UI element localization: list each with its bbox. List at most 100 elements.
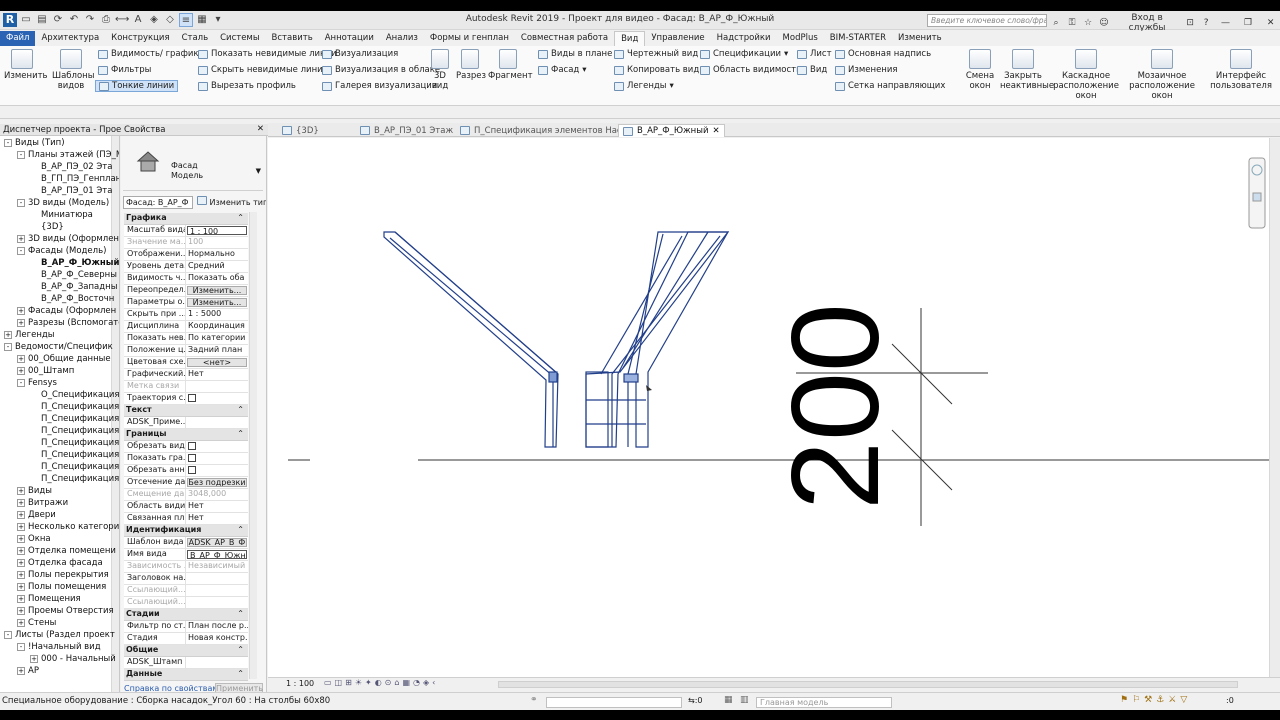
legends-button[interactable]: Легенды ▾ <box>614 81 674 91</box>
collapse-icon[interactable]: - <box>17 198 25 207</box>
browser-tree-item[interactable]: + Легенды <box>4 330 54 340</box>
expand-icon[interactable]: + <box>30 654 38 663</box>
close-inactive-button[interactable]: Закрыть неактивные <box>1000 49 1054 91</box>
browser-tree-item[interactable]: + Помещения <box>17 594 81 604</box>
property-row[interactable]: Уровень дета... Средний <box>124 261 248 273</box>
ribbon-tab-7[interactable]: Анализ <box>380 31 424 46</box>
expand-icon[interactable]: + <box>17 306 25 315</box>
expand-icon[interactable]: + <box>17 606 25 615</box>
view-tab-2[interactable]: П_Спецификация элементов Наса... <box>456 124 639 137</box>
guide-grid-button[interactable]: Сетка направляющих <box>835 81 945 91</box>
property-row[interactable]: Ссылающий... <box>124 585 248 597</box>
collapse-icon[interactable]: - <box>4 138 12 147</box>
browser-tree-item[interactable]: + Разрезы (Вспомогате <box>17 318 119 328</box>
expand-icon[interactable]: + <box>17 354 25 363</box>
browser-tree-item[interactable]: В_АР_Ф_Северны <box>41 270 117 280</box>
property-row[interactable]: Видимость ч... Показать оба <box>124 273 248 285</box>
design-options-icon[interactable]: ▦ <box>724 695 733 705</box>
cart-icon[interactable]: ⊡ <box>1184 18 1196 28</box>
title-block-button[interactable]: Основная надпись <box>835 49 931 59</box>
properties-section[interactable]: Идентификация <box>124 525 248 537</box>
switch-windows-button[interactable]: Смена окон <box>962 49 998 91</box>
expand-icon[interactable]: + <box>17 594 25 603</box>
property-row[interactable]: Показать гра... <box>124 453 248 465</box>
collapse-icon[interactable]: - <box>17 150 25 159</box>
expand-icon[interactable]: + <box>17 486 25 495</box>
expand-icon[interactable]: + <box>17 234 25 243</box>
ribbon-tab-13[interactable]: ModPlus <box>777 31 824 46</box>
ribbon-tab-5[interactable]: Вставить <box>266 31 319 46</box>
drafting-view-button[interactable]: Чертежный вид <box>614 49 698 59</box>
browser-tree-item[interactable]: Миниатюра <box>41 210 93 220</box>
ribbon-tab-10[interactable]: Вид <box>614 31 646 46</box>
browser-tree-item[interactable]: + Двери <box>17 510 56 520</box>
expand-icon[interactable]: + <box>17 318 25 327</box>
exclude-options-icon[interactable]: ▥ <box>740 695 749 705</box>
property-row[interactable]: Траектория с... <box>124 393 248 405</box>
browser-tree-item[interactable]: П_Спецификация <box>41 450 119 460</box>
browser-tree-item[interactable]: - Ведомости/Специфик <box>4 342 113 352</box>
properties-section[interactable]: Границы <box>124 429 248 441</box>
thin-lines-button[interactable]: Тонкие линии <box>95 80 179 92</box>
scope-box-button[interactable]: Область видимости <box>700 65 802 75</box>
browser-tree-item[interactable]: +00_Штамп <box>17 366 74 376</box>
view-tab-0[interactable]: {3D} <box>278 124 323 137</box>
property-checkbox[interactable] <box>188 394 196 402</box>
property-value[interactable] <box>186 453 248 464</box>
property-row[interactable]: Смещение да... 3048,000 <box>124 489 248 501</box>
properties-section[interactable]: Общие <box>124 645 248 657</box>
property-checkbox[interactable] <box>188 442 196 450</box>
browser-tree-item[interactable]: В_АР_Ф_Восточн <box>41 294 114 304</box>
type-selector[interactable]: Фасад Модель ▼ <box>123 139 263 191</box>
expand-icon[interactable]: + <box>17 618 25 627</box>
browser-tree-item[interactable]: - Fensys <box>17 378 57 388</box>
property-button[interactable]: Изменить... <box>187 286 247 295</box>
minimize-icon[interactable]: — <box>1216 18 1235 28</box>
cloud-render-button[interactable]: Визуализация в облаке <box>322 65 440 75</box>
browser-tree-item[interactable]: +00_Общие данные <box>17 354 111 364</box>
selection-toggle-icons[interactable]: ⚑⚐⚒⚓⚔▽ <box>1120 695 1191 705</box>
view-button[interactable]: Вид <box>797 65 827 75</box>
close-icon[interactable]: ✕ <box>257 124 264 134</box>
property-row[interactable]: ADSK_Штамп ... <box>124 657 248 669</box>
user-icon[interactable]: ☺ <box>1098 18 1110 28</box>
expand-icon[interactable]: + <box>17 570 25 579</box>
view-tab-1[interactable]: В_АР_ПЭ_01 Этаж <box>356 124 457 137</box>
browser-tree-item[interactable]: +3D виды (Оформлен <box>17 234 119 244</box>
hide-hidden-button[interactable]: Скрыть невидимые линии <box>198 65 328 75</box>
show-hidden-button[interactable]: Показать невидимые линии <box>198 49 337 59</box>
property-checkbox[interactable] <box>188 466 196 474</box>
expand-icon[interactable]: + <box>17 366 25 375</box>
revisions-button[interactable]: Изменения <box>835 65 898 75</box>
browser-tree-item[interactable]: П_Спецификация <box>41 474 119 484</box>
callout-button[interactable]: Фрагмент <box>488 49 533 81</box>
property-checkbox[interactable] <box>188 454 196 462</box>
browser-tree-item[interactable]: П_Спецификация <box>41 462 119 472</box>
expand-icon[interactable]: + <box>17 558 25 567</box>
browser-tree-item[interactable]: - !Начальный вид <box>17 642 101 652</box>
collapse-icon[interactable]: - <box>17 246 25 255</box>
collapse-icon[interactable]: - <box>17 642 25 651</box>
browser-tree-item[interactable]: + Стены <box>17 618 56 628</box>
properties-scrollbar[interactable] <box>249 212 257 679</box>
property-row[interactable]: Параметры о... Изменить... <box>124 297 248 309</box>
instance-selector[interactable]: Фасад: В_АР_Ф <box>123 196 193 209</box>
browser-tree-item[interactable]: + Окна <box>17 534 51 544</box>
property-row[interactable]: Масштаб вида 1 : 100 <box>124 225 248 237</box>
property-row[interactable]: Шаблон вида ADSK_AP_B_Ф <box>124 537 248 549</box>
ribbon-tab-9[interactable]: Совместная работа <box>515 31 614 46</box>
expand-icon[interactable]: + <box>17 522 25 531</box>
maximize-icon[interactable]: ❐ <box>1239 18 1258 28</box>
help-icon[interactable]: ? <box>1200 18 1212 28</box>
property-row[interactable]: Отсечение да...Без подрезки <box>124 477 248 489</box>
expand-icon[interactable]: + <box>17 666 25 675</box>
close-icon[interactable]: ✕ <box>1261 18 1280 28</box>
browser-tree-item[interactable]: - Фасады (Модель) <box>17 246 106 256</box>
property-row[interactable]: Заголовок на... <box>124 573 248 585</box>
ribbon-tab-11[interactable]: Управление <box>645 31 710 46</box>
login-link[interactable]: Вход в службы <box>1114 13 1180 33</box>
browser-tree-item[interactable]: + АР <box>17 666 39 676</box>
ui-button[interactable]: Интерфейс пользователя <box>1210 49 1272 91</box>
horizontal-scrollbar[interactable] <box>498 681 1238 688</box>
property-row[interactable]: Показать нев... По категории <box>124 333 248 345</box>
